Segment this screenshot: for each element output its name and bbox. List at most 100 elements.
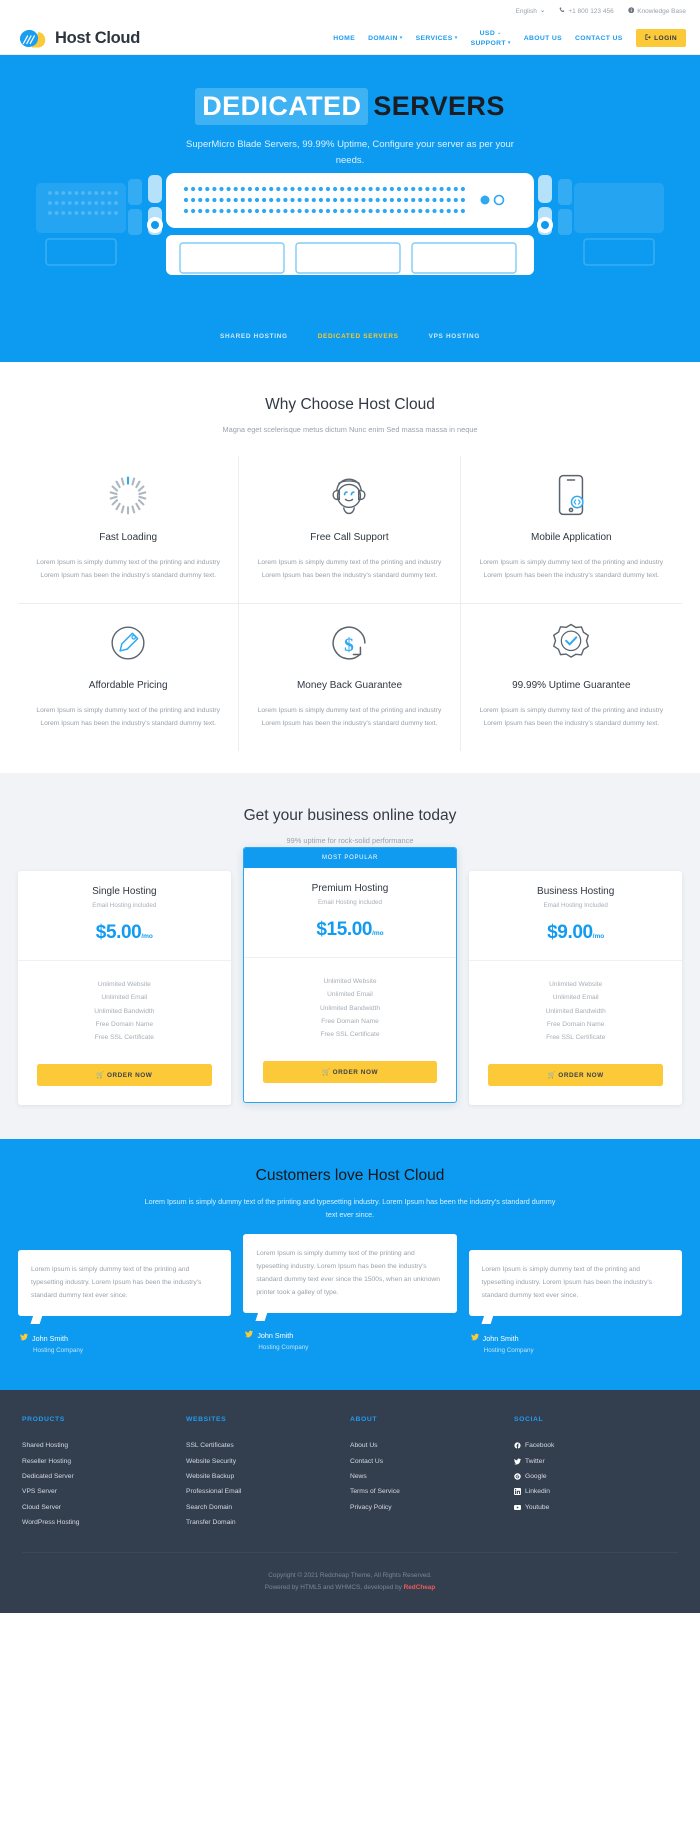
footer-link-youtube[interactable]: Youtube	[514, 1500, 678, 1515]
testimonials-title: Customers love Host Cloud	[255, 1166, 445, 1184]
footer-link-cloud-server[interactable]: Cloud Server	[22, 1500, 186, 1515]
footer-link-ssl-certificates[interactable]: SSL Certificates	[186, 1438, 350, 1453]
footer-link-transfer-domain[interactable]: Transfer Domain	[186, 1515, 350, 1530]
footer-link-vps-server[interactable]: VPS Server	[22, 1484, 186, 1499]
testimonial-quote: Lorem Ipsum is simply dummy text of the …	[243, 1233, 457, 1314]
feature-title: 99.99% Uptime Guarantee	[512, 679, 631, 691]
currency-selector[interactable]: USD ⌄	[480, 30, 502, 37]
footer-column-websites: WEBSITES SSL Certificates Website Securi…	[186, 1416, 350, 1530]
footer-link-contact-us[interactable]: Contact Us	[350, 1453, 514, 1468]
footer-link-about-us[interactable]: About Us	[350, 1438, 514, 1453]
feature-description: Lorem Ipsum is simply dummy text of the …	[479, 706, 664, 728]
nav-item-contact-us[interactable]: CONTACT US	[575, 35, 623, 42]
redcheap-brand-link[interactable]: RedCheap	[404, 1584, 436, 1591]
footer-link-terms-of-service[interactable]: Terms of Service	[350, 1484, 514, 1499]
plan-price-period: /mo	[592, 932, 605, 940]
footer-column-heading: ABOUT	[350, 1416, 378, 1424]
google-icon	[514, 1473, 521, 1480]
footer-link-label: Contact Us	[350, 1457, 384, 1465]
twitter-icon	[514, 1458, 521, 1465]
testimonial-author-role: Hosting Company	[33, 1347, 84, 1355]
feature-description: Lorem Ipsum is simply dummy text of the …	[257, 559, 442, 580]
why-choose-section: Why Choose Host Cloud Magna eget sceleri…	[0, 362, 700, 773]
plan-feature: Unlimited Website	[323, 977, 377, 985]
plan-feature: Free SSL Certificate	[94, 1034, 154, 1042]
nav-item-services[interactable]: SERVICES ▾	[416, 35, 458, 42]
footer-link-privacy-policy[interactable]: Privacy Policy	[350, 1500, 514, 1515]
pricing-subtitle: 99% uptime for rock-solid performance	[286, 835, 414, 845]
login-label: LOGIN	[654, 34, 677, 42]
footer-link-shared-hosting[interactable]: Shared Hosting	[22, 1438, 186, 1453]
nav-label: HOME	[333, 34, 356, 42]
footer-link-linkedin[interactable]: Linkedin	[514, 1484, 678, 1499]
phone-icon	[559, 7, 565, 16]
footer-link-label: VPS Server	[22, 1488, 57, 1496]
footer-link-wordpress-hosting[interactable]: WordPress Hosting	[22, 1515, 186, 1530]
feature-title: Free Call Support	[310, 532, 389, 543]
footer-link-facebook[interactable]: Facebook	[514, 1438, 678, 1453]
nav-item-home[interactable]: HOME	[333, 35, 355, 42]
testimonial-item: Lorem Ipsum is simply dummy text of the …	[243, 1233, 457, 1352]
footer-link-label: Youtube	[525, 1503, 550, 1511]
phone-contact[interactable]: +1 800 123 456	[559, 7, 614, 16]
plan-feature: Unlimited Email	[552, 994, 599, 1002]
footer-link-twitter[interactable]: Twitter	[514, 1453, 678, 1468]
hero-title-highlight: DEDICATED	[195, 88, 369, 125]
feature-description: Lorem Ipsum is simply dummy text of the …	[36, 559, 220, 580]
plan-name: Business Hosting	[537, 885, 615, 897]
footer-link-website-security[interactable]: Website Security	[186, 1453, 350, 1468]
copyright-text: Copyright © 2021 Redcheap Theme, All Rig…	[268, 1572, 432, 1580]
testimonial-item: Lorem Ipsum is simply dummy text of the …	[18, 1249, 232, 1355]
hero-tab-shared-hosting[interactable]: SHARED HOSTING	[220, 333, 288, 340]
footer-link-label: Privacy Policy	[350, 1503, 392, 1511]
language-selector[interactable]: English ⌄	[516, 7, 546, 14]
plan-features: Unlimited Website Unlimited Email Unlimi…	[243, 956, 457, 1057]
plan-feature: Unlimited Bandwidth	[319, 1004, 381, 1012]
footer-link-news[interactable]: News	[350, 1469, 514, 1484]
testimonial-author-role: Hosting Company	[258, 1344, 309, 1352]
footer-link-label: Website Security	[186, 1457, 237, 1465]
testimonial-quote: Lorem Ipsum is simply dummy text of the …	[18, 1249, 232, 1317]
plan-feature: Free SSL Certificate	[546, 1034, 606, 1042]
plan-feature: Free Domain Name	[546, 1020, 605, 1028]
order-now-button[interactable]: 🛒 ORDER NOW	[37, 1063, 212, 1086]
why-choose-title: Why Choose Host Cloud	[265, 396, 435, 413]
footer-link-dedicated-server[interactable]: Dedicated Server	[22, 1469, 186, 1484]
footer-link-professional-email[interactable]: Professional Email	[186, 1484, 350, 1499]
footer-link-reseller-hosting[interactable]: Reseller Hosting	[22, 1453, 186, 1468]
plan-features: Unlimited Website Unlimited Email Unlimi…	[469, 959, 683, 1060]
plan-feature: Unlimited Website	[549, 980, 603, 988]
chevron-down-icon: ⌄	[497, 30, 502, 36]
footer-column-about: ABOUT About Us Contact Us News Terms of …	[350, 1416, 514, 1530]
footer-link-website-backup[interactable]: Website Backup	[186, 1469, 350, 1484]
brand-logo[interactable]: Host Cloud	[18, 27, 140, 49]
hero-tabs: SHARED HOSTING DEDICATED SERVERS VPS HOS…	[0, 333, 700, 340]
nav-item-about-us[interactable]: ABOUT US	[524, 35, 562, 42]
plan-note: Email Hosting included	[317, 898, 383, 906]
testimonials-subtitle: Lorem Ipsum is simply dummy text of the …	[144, 1196, 556, 1220]
footer-link-google[interactable]: Google	[514, 1469, 678, 1484]
plan-feature: Free SSL Certificate	[320, 1031, 380, 1039]
login-button[interactable]: LOGIN	[635, 28, 686, 48]
hero-tab-dedicated-servers[interactable]: DEDICATED SERVERS	[318, 333, 399, 340]
feature-grid: Fast Loading Lorem Ipsum is simply dummy…	[18, 456, 682, 773]
knowledge-base-link[interactable]: Knowledge Base	[627, 6, 686, 16]
order-now-button[interactable]: 🛒 ORDER NOW	[262, 1060, 438, 1083]
feature-card-uptime-guarantee: 99.99% Uptime Guarantee Lorem Ipsum is s…	[461, 604, 682, 751]
shopping-cart-icon: 🛒	[96, 1071, 105, 1079]
powered-by-text: Powered by HTML5 and WHMCS, developed by…	[22, 1582, 678, 1594]
hero-tab-vps-hosting[interactable]: VPS HOSTING	[429, 333, 480, 340]
plan-price-period: /mo	[141, 932, 153, 940]
footer-link-label: Twitter	[525, 1457, 545, 1465]
nav-item-support[interactable]: SUPPORT ▾	[471, 40, 511, 47]
main-nav: HOME DOMAIN ▾ SERVICES ▾ USD ⌄ SUPPORT ▾…	[333, 28, 686, 48]
testimonial-author: John Smith	[469, 1333, 682, 1343]
plan-feature: Unlimited Bandwidth	[94, 1007, 155, 1015]
order-now-button[interactable]: 🛒 ORDER NOW	[488, 1063, 664, 1086]
order-now-label: ORDER NOW	[106, 1071, 153, 1079]
plan-feature: Unlimited Bandwidth	[545, 1007, 606, 1015]
footer-link-search-domain[interactable]: Search Domain	[186, 1500, 350, 1515]
footer-column-heading: SOCIAL	[514, 1416, 544, 1424]
nav-label: SUPPORT	[470, 39, 506, 47]
nav-item-domain[interactable]: DOMAIN ▾	[368, 35, 403, 42]
